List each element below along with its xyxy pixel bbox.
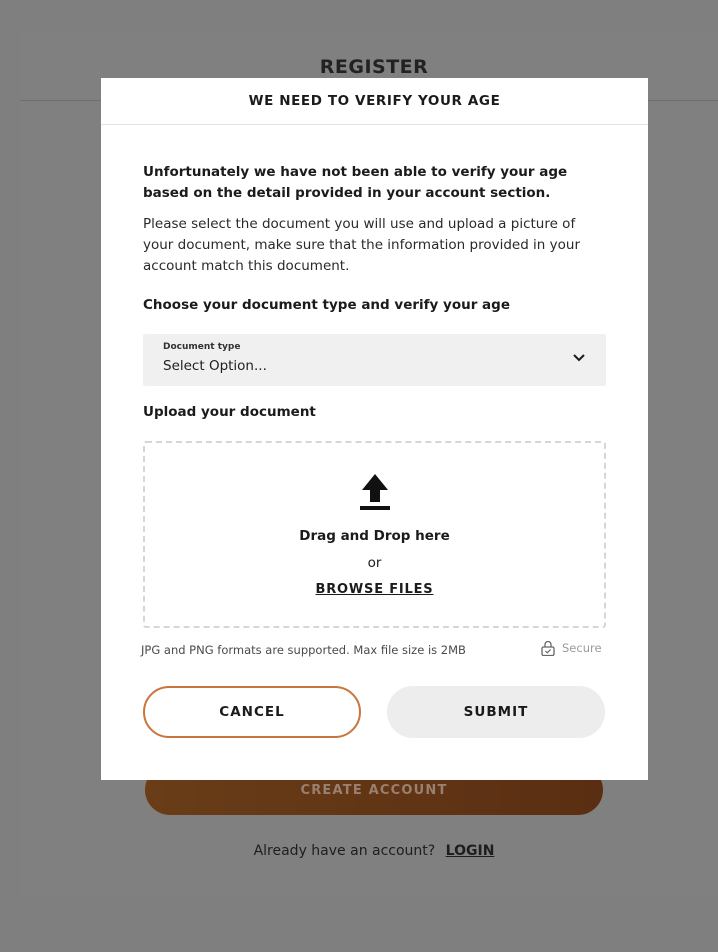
modal-intro: Unfortunately we have not been able to v…	[143, 162, 606, 277]
dropzone-main-text: Drag and Drop here	[299, 528, 450, 544]
document-type-select[interactable]: Document type Select Option...	[143, 334, 606, 386]
document-type-value: Select Option...	[163, 358, 267, 374]
browse-files-link[interactable]: BROWSE FILES	[316, 582, 434, 597]
modal-description: Please select the document you will use …	[143, 216, 581, 274]
verify-age-modal: WE NEED TO VERIFY YOUR AGE Unfortunately…	[101, 78, 648, 780]
file-format-hint: JPG and PNG formats are supported. Max f…	[141, 643, 466, 657]
login-row: Already have an account? LOGIN	[20, 843, 718, 859]
submit-button[interactable]: SUBMIT	[387, 686, 605, 738]
document-type-section-label: Choose your document type and verify you…	[143, 297, 510, 313]
login-prompt: Already have an account?	[253, 843, 436, 859]
upload-dropzone[interactable]: Drag and Drop here or BROWSE FILES	[143, 441, 606, 628]
lock-icon	[541, 640, 555, 656]
browse-files-wrapper: BROWSE FILES	[145, 582, 604, 597]
secure-indicator: Secure	[541, 640, 602, 656]
cancel-button[interactable]: CANCEL	[143, 686, 361, 738]
dropzone-or-text: or	[367, 555, 382, 571]
register-title: REGISTER	[319, 56, 429, 78]
modal-title: WE NEED TO VERIFY YOUR AGE	[101, 78, 648, 125]
modal-lead-text: Unfortunately we have not been able to v…	[143, 164, 568, 201]
upload-icon	[360, 474, 390, 510]
login-link[interactable]: LOGIN	[446, 843, 495, 859]
secure-label: Secure	[562, 641, 602, 655]
chevron-down-icon	[573, 354, 585, 362]
document-type-caption: Document type	[163, 342, 241, 352]
upload-section-label: Upload your document	[143, 404, 316, 420]
